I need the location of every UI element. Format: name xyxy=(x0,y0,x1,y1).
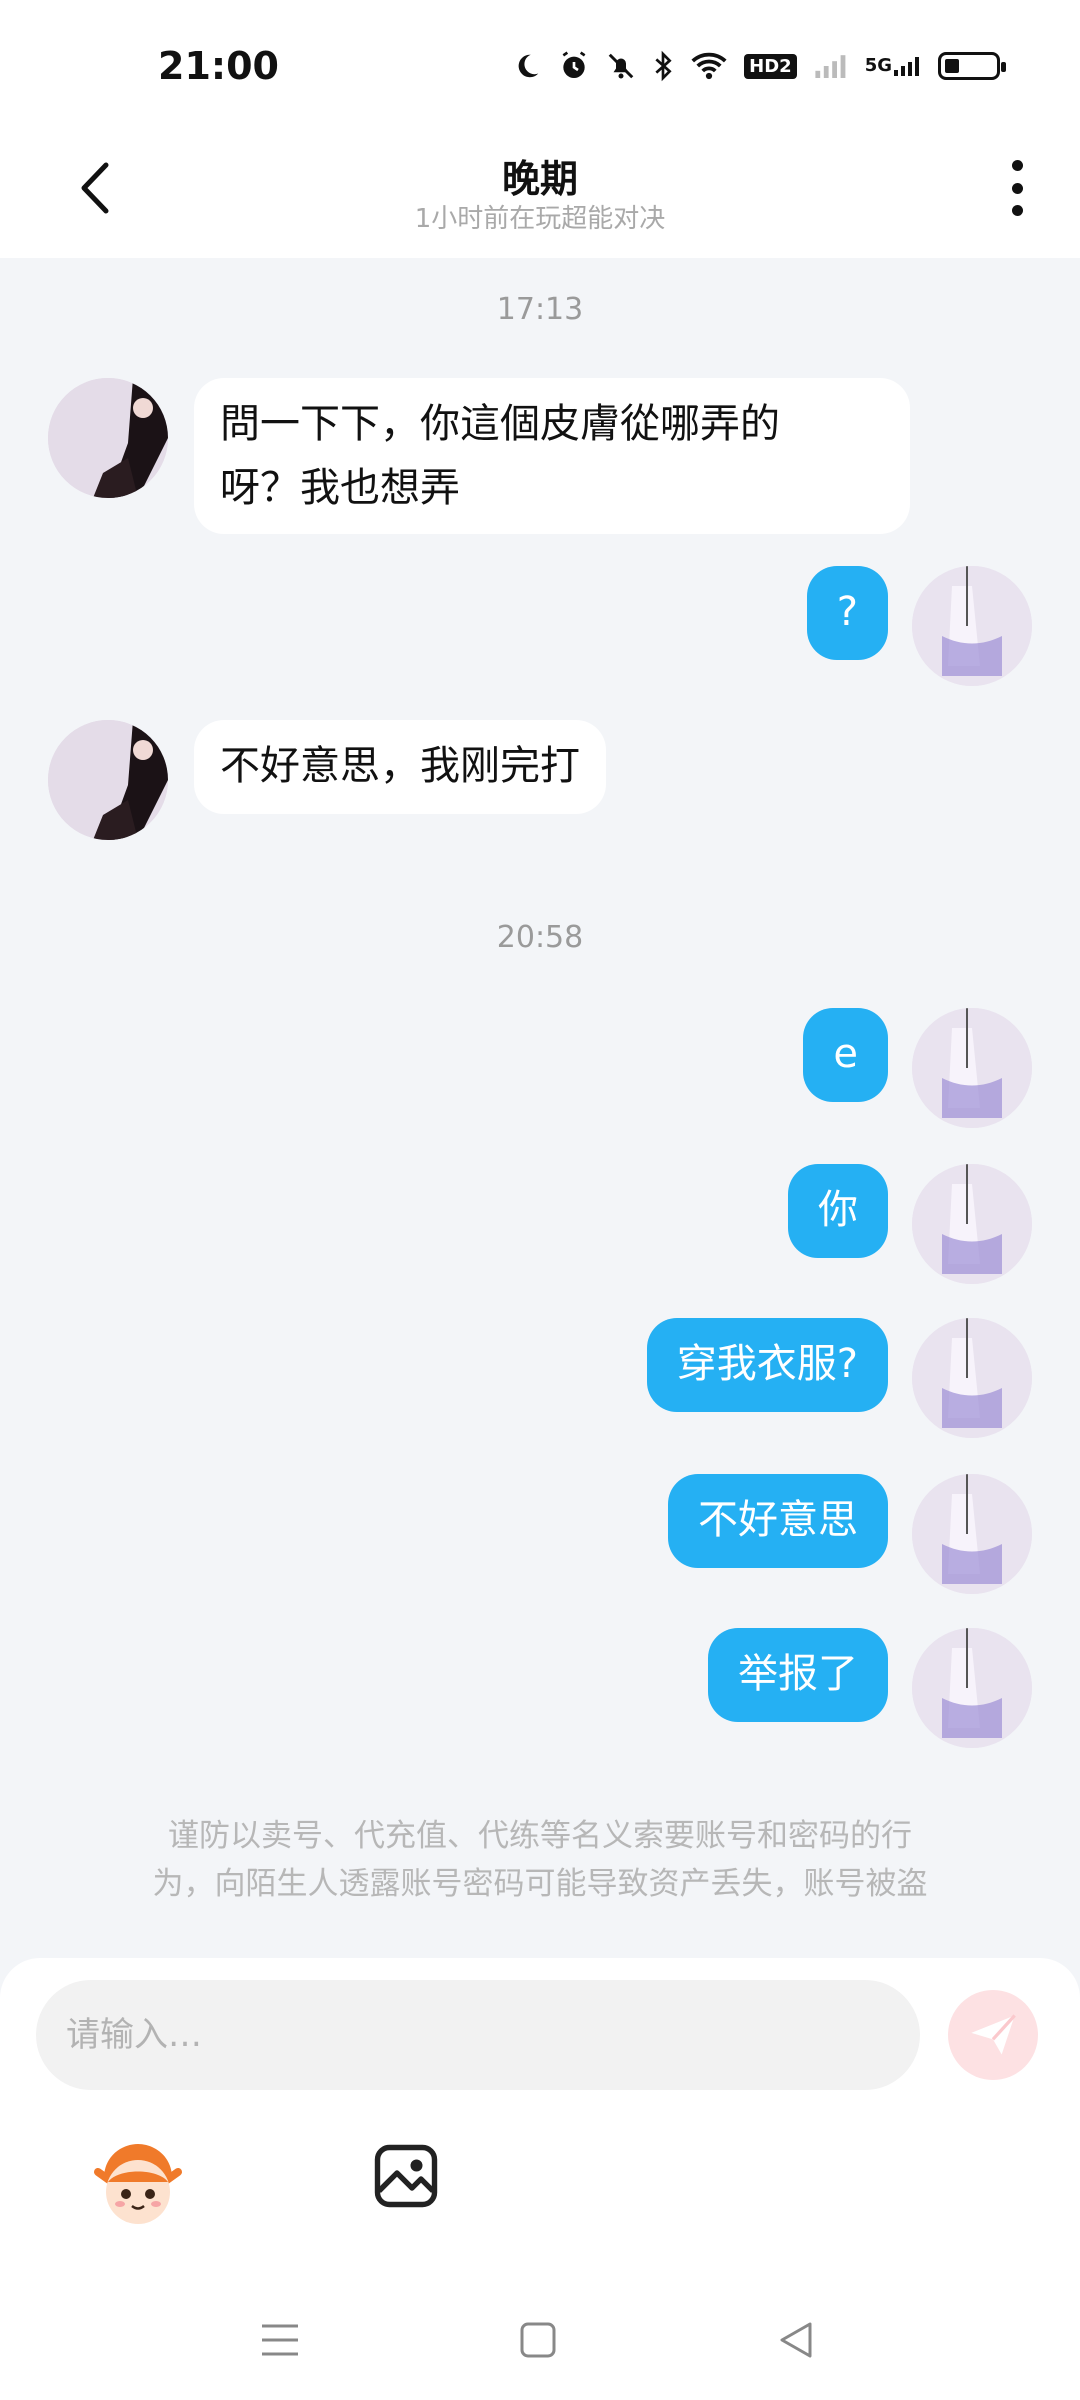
message-bubble-outgoing: 穿我衣服? xyxy=(646,1318,888,1412)
send-button[interactable] xyxy=(948,1990,1038,2080)
back-triangle-icon xyxy=(780,2322,812,2358)
warning-line: 为，向陌生人透露账号密码可能导致资产丢失，账号被盗 xyxy=(152,1866,928,1902)
signal-icon xyxy=(813,51,849,81)
emoji-icon xyxy=(94,2144,182,2224)
message-bubble-incoming: 不好意思，我刚完打 xyxy=(194,720,606,814)
message-bubble-outgoing: 举报了 xyxy=(708,1628,888,1722)
network-label: 5G xyxy=(864,55,892,76)
home-icon xyxy=(520,2322,556,2358)
wifi-icon xyxy=(690,51,728,81)
message-bubble-outgoing: ? xyxy=(806,566,888,660)
image-button[interactable] xyxy=(370,2140,442,2212)
chat-status: 1小时前在玩超能对决 xyxy=(414,204,666,234)
battery-icon xyxy=(938,52,1006,80)
system-nav-bar xyxy=(0,2290,1080,2400)
5g-signal-icon: 5G xyxy=(865,51,922,81)
user-avatar[interactable] xyxy=(912,1628,1032,1748)
dot xyxy=(1011,160,1023,171)
user-avatar[interactable] xyxy=(912,1164,1032,1284)
message-text-line: 呀？我也想弄 xyxy=(220,465,460,511)
more-options-button[interactable] xyxy=(1002,160,1032,216)
bluetooth-icon xyxy=(652,50,674,82)
send-icon xyxy=(971,2014,1016,2055)
user-avatar[interactable] xyxy=(912,1318,1032,1438)
contact-avatar[interactable] xyxy=(48,720,168,840)
mute-icon xyxy=(606,51,636,81)
image-icon xyxy=(374,2144,438,2208)
back-nav-button[interactable] xyxy=(766,2310,826,2370)
home-nav-button[interactable] xyxy=(508,2310,568,2370)
timestamp: 17:13 xyxy=(496,292,584,327)
dot xyxy=(1011,182,1023,194)
user-avatar[interactable] xyxy=(912,1474,1032,1594)
message-bubble-outgoing: 不好意思 xyxy=(668,1474,888,1568)
message-bubble-outgoing: e xyxy=(803,1008,888,1102)
contact-avatar[interactable] xyxy=(48,378,168,498)
message-bubble-outgoing: 你 xyxy=(788,1164,888,1258)
emoji-button[interactable] xyxy=(90,2138,186,2234)
message-input[interactable] xyxy=(36,1980,920,2090)
hd-icon: HD2 xyxy=(744,53,797,79)
message-text-line: 問一下下，你這個皮膚從哪弄的 xyxy=(220,401,780,447)
message-bubble-incoming: 問一下下，你這個皮膚從哪弄的 呀？我也想弄 xyxy=(194,378,910,534)
security-warning: 谨防以卖号、代充值、代练等名义索要账号和密码的行 为，向陌生人透露账号密码可能导… xyxy=(80,1812,1000,1908)
warning-line: 谨防以卖号、代充值、代练等名义索要账号和密码的行 xyxy=(168,1818,912,1854)
user-avatar[interactable] xyxy=(912,566,1032,686)
chat-title: 晚期 xyxy=(501,157,578,201)
alarm-icon xyxy=(558,50,590,82)
moon-icon xyxy=(512,51,542,81)
timestamp: 20:58 xyxy=(496,920,584,955)
top-bar: 21:00 HD2 5G 晚期 1小时前在玩超能对决 xyxy=(0,0,1080,258)
menu-icon xyxy=(262,2324,298,2356)
menu-nav-button[interactable] xyxy=(250,2310,310,2370)
status-icons: HD2 5G xyxy=(512,50,1006,82)
status-time: 21:00 xyxy=(158,44,279,88)
user-avatar[interactable] xyxy=(912,1008,1032,1128)
dot xyxy=(1011,205,1023,216)
